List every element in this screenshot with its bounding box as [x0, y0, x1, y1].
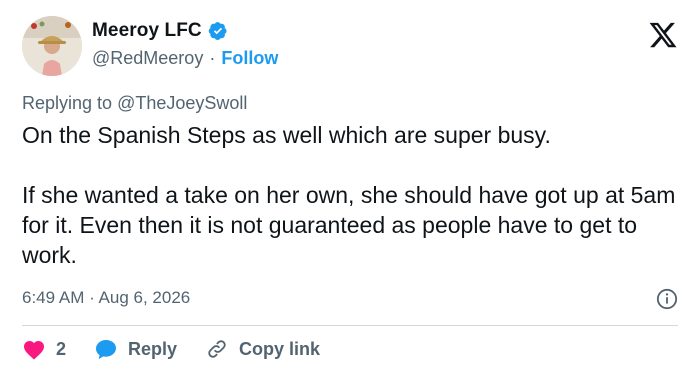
tweet-actions: 2 Reply Copy link [22, 338, 320, 360]
copy-link-label: Copy link [239, 338, 321, 359]
user-handle[interactable]: @RedMeeroy [92, 48, 203, 69]
heart-icon [24, 341, 44, 360]
reply-label: Reply [128, 338, 178, 359]
tweet-paragraph: On the Spanish Steps as well which are s… [22, 122, 551, 148]
follow-button[interactable]: Follow [221, 48, 278, 69]
reply-button[interactable]: Reply [94, 338, 177, 360]
reply-bubble-icon [96, 340, 117, 359]
copy-link-button[interactable]: Copy link [205, 338, 320, 360]
name-row: Meeroy LFC [92, 20, 278, 42]
verified-badge-icon [208, 21, 228, 41]
tweet-text: On the Spanish Steps as well which are s… [22, 120, 682, 270]
like-count: 2 [56, 338, 67, 359]
handle-row: @RedMeeroy · Follow [92, 48, 278, 69]
divider [22, 325, 678, 326]
x-logo-icon[interactable] [648, 20, 678, 50]
user-info: Meeroy LFC @RedMeeroy · Follow [92, 20, 278, 69]
display-name[interactable]: Meeroy LFC [92, 20, 202, 42]
tweet-paragraph: If she wanted a take on her own, she sho… [22, 182, 676, 268]
reply-context: Replying to @TheJoeySwoll [22, 93, 247, 114]
reply-prefix: Replying to [22, 93, 113, 113]
link-icon [208, 340, 226, 358]
avatar[interactable] [22, 16, 82, 76]
tweet-card: Meeroy LFC @RedMeeroy · Follow Replying [0, 0, 700, 379]
like-button[interactable]: 2 [22, 338, 66, 360]
reply-mention-link[interactable]: @TheJoeySwoll [117, 93, 247, 113]
handle-separator: · [209, 48, 216, 68]
tweet-header: Meeroy LFC @RedMeeroy · Follow [22, 16, 678, 80]
tweet-timestamp[interactable]: 6:49 AM · Aug 6, 2026 [22, 288, 190, 308]
info-icon[interactable] [656, 288, 678, 310]
